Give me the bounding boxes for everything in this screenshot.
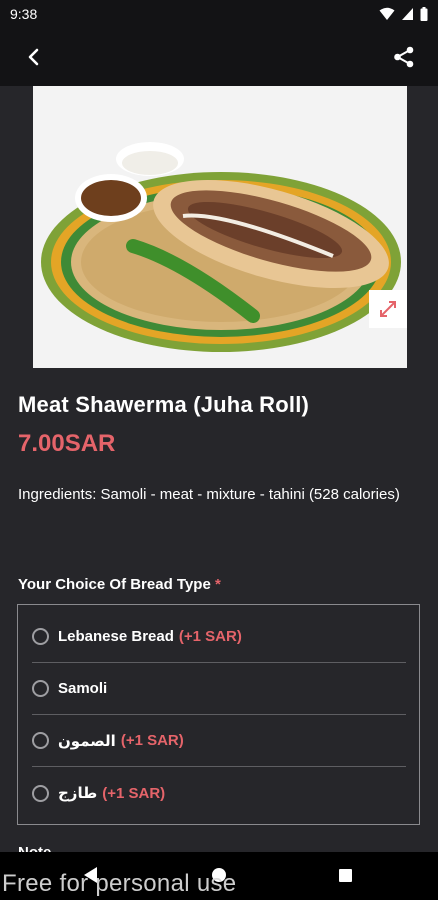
back-arrow-icon	[28, 48, 39, 66]
product-ingredients: Ingredients: Samoli - meat - mixture - t…	[18, 486, 400, 503]
product-title: Meat Shawerma (Juha Roll)	[18, 392, 310, 417]
share-button[interactable]	[386, 39, 422, 75]
option-price: (+1 SAR)	[102, 784, 166, 802]
option-label: الصمون	[58, 732, 116, 750]
share-icon	[394, 46, 414, 68]
app-bar	[0, 28, 438, 86]
bread-choice-label: Your Choice Of Bread Type *	[18, 576, 221, 593]
product-image[interactable]	[33, 86, 407, 368]
status-icons	[379, 7, 428, 21]
bread-option-fresh[interactable]: طازج (+1 SAR)	[32, 767, 406, 819]
radio-button[interactable]	[32, 680, 49, 697]
option-price: (+1 SAR)	[178, 628, 242, 645]
required-mark: *	[214, 576, 221, 593]
option-price: (+1 SAR)	[120, 732, 184, 749]
radio-button[interactable]	[32, 628, 49, 645]
expand-image-button[interactable]	[369, 290, 407, 328]
bread-option-lebanese[interactable]: Lebanese Bread (+1 SAR)	[32, 611, 406, 663]
back-button[interactable]	[16, 39, 52, 75]
bread-option-samoon[interactable]: الصمون (+1 SAR)	[32, 715, 406, 767]
battery-icon	[420, 7, 428, 21]
radio-button[interactable]	[32, 732, 49, 749]
bread-choice-label-text: Your Choice Of Bread Type	[18, 576, 211, 593]
wifi-icon	[379, 7, 395, 20]
status-time: 9:38	[10, 6, 38, 22]
option-label: طازج	[58, 785, 98, 802]
bread-option-samoli[interactable]: Samoli	[32, 663, 406, 715]
option-label: Samoli	[58, 680, 108, 697]
expand-icon	[380, 301, 396, 317]
option-label: Lebanese Bread	[58, 628, 174, 645]
radio-button[interactable]	[32, 784, 49, 802]
watermark: Free for personal use	[2, 870, 237, 897]
status-bar: 9:38	[0, 0, 438, 28]
shawerma-photo	[33, 86, 407, 368]
signal-icon	[402, 8, 413, 20]
nav-recents-icon[interactable]	[339, 869, 352, 882]
product-price: 7.00SAR	[18, 430, 116, 457]
bread-options-group: Lebanese Bread (+1 SAR) Samoli الصمون (+…	[17, 604, 420, 825]
